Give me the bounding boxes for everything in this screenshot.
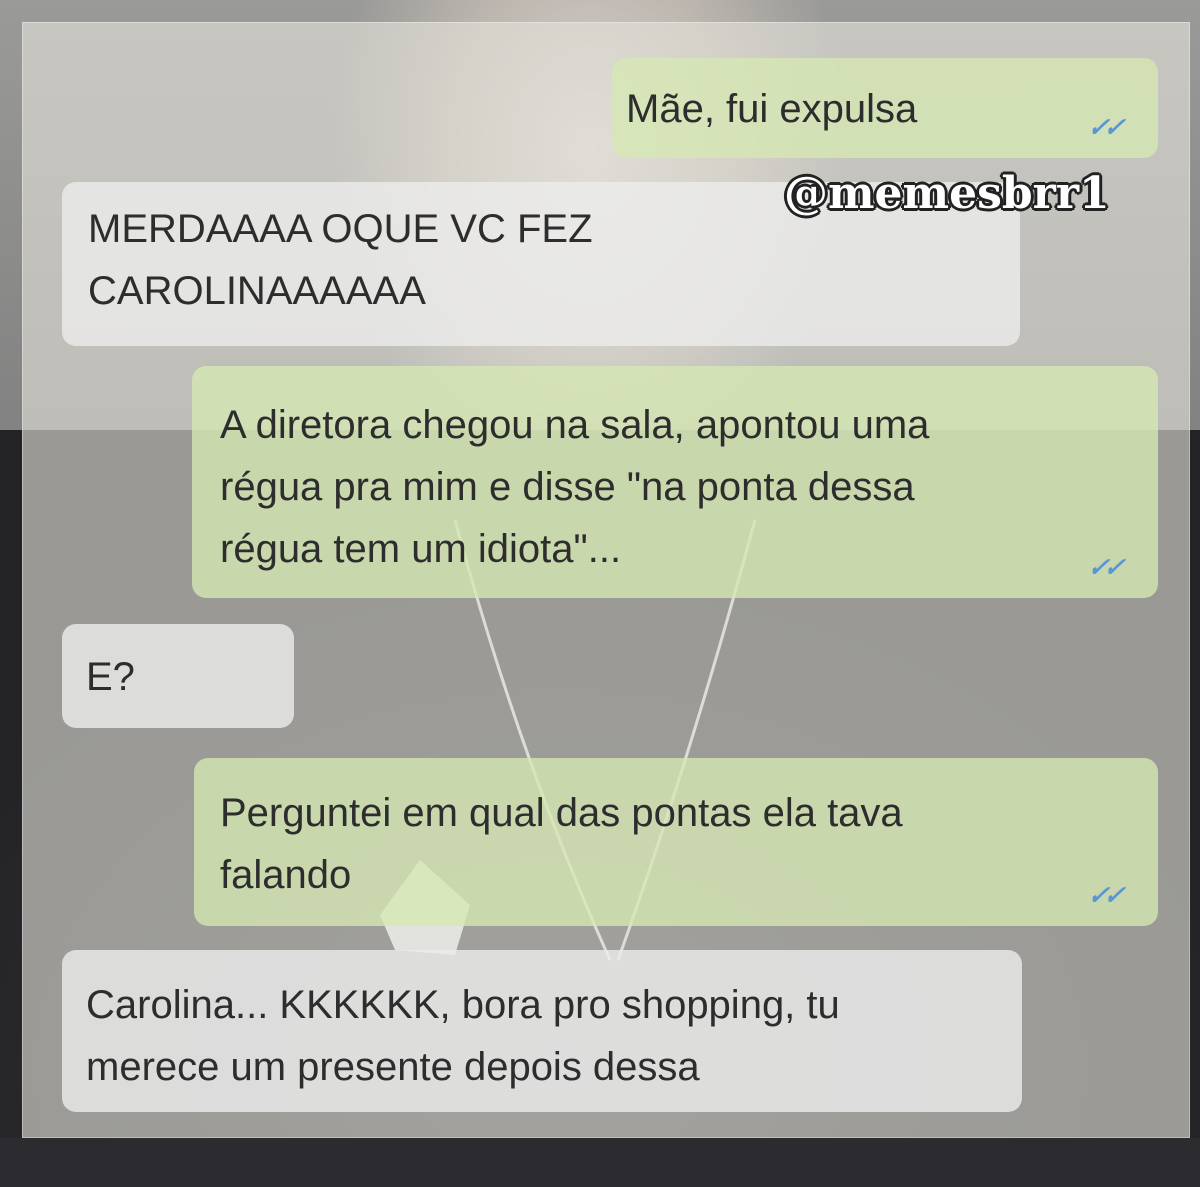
message-bubble-incoming-3[interactable]: Carolina... KKKKKK, bora pro shopping, t… — [62, 950, 1022, 1112]
message-text: A diretora chegou na sala, apontou uma r… — [220, 403, 930, 571]
message-bubble-incoming-2[interactable]: E? — [62, 624, 294, 728]
message-text: Carolina... KKKKKK, bora pro shopping, t… — [86, 983, 840, 1089]
message-bubble-outgoing-2[interactable]: A diretora chegou na sala, apontou uma r… — [192, 366, 1158, 598]
message-bubble-outgoing-1[interactable]: Mãe, fui expulsa ✓✓ — [612, 58, 1158, 158]
message-bubble-outgoing-3[interactable]: Perguntei em qual das pontas ela tava fa… — [194, 758, 1158, 926]
watermark: @memesbrr1 — [784, 168, 1110, 219]
bottom-strip — [0, 1138, 1200, 1187]
message-text: Mãe, fui expulsa — [626, 87, 918, 131]
message-text: Perguntei em qual das pontas ela tava fa… — [220, 791, 903, 897]
message-text: E? — [86, 655, 135, 699]
